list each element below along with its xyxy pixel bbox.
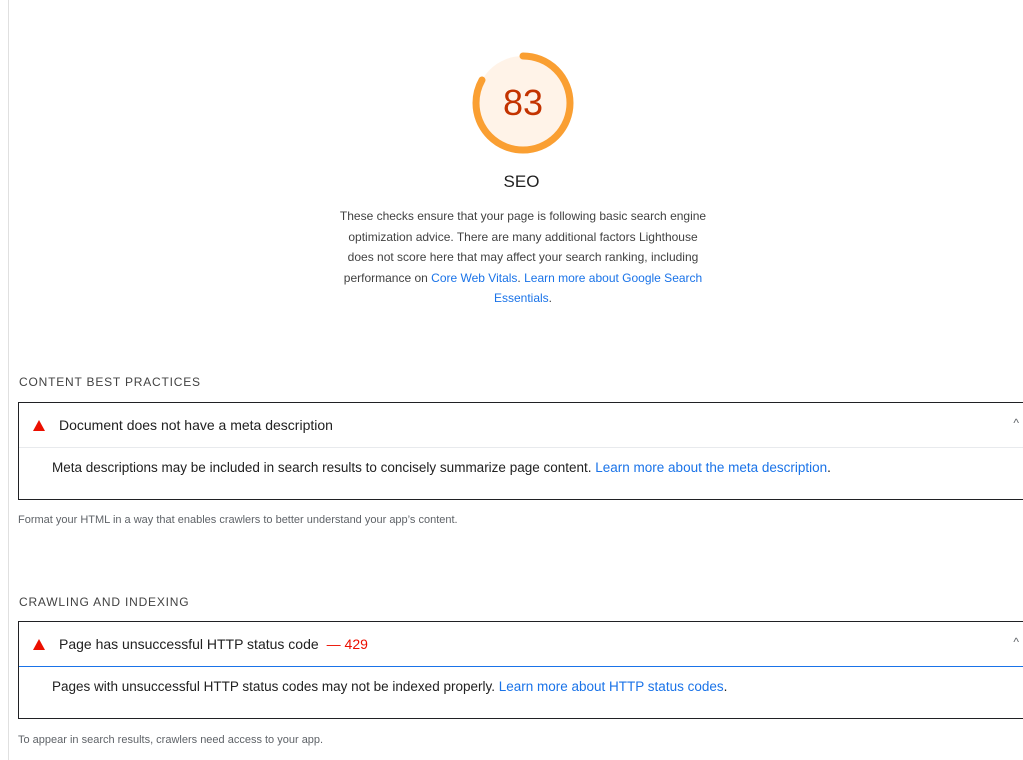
audit-description-text: Pages with unsuccessful HTTP status code… <box>52 679 499 694</box>
chevron-up-icon[interactable]: ^ <box>1013 416 1019 430</box>
left-divider <box>8 0 9 760</box>
audit-description-trailing: . <box>827 460 831 475</box>
audit-title: Page has unsuccessful HTTP status code <box>59 636 319 652</box>
description-trailing: . <box>548 291 553 305</box>
description-line: performance on Core Web Vitals. Learn mo… <box>307 268 739 289</box>
audit-header[interactable]: Document does not have a meta descriptio… <box>19 403 1023 448</box>
score-value: 83 <box>502 82 544 123</box>
group-description: Format your HTML in a way that enables c… <box>18 514 458 526</box>
description-line: optimization advice. There are many addi… <box>348 229 698 244</box>
google-search-essentials-link[interactable]: Learn more about Google Search <box>524 271 702 285</box>
audit-header[interactable]: Page has unsuccessful HTTP status code —… <box>19 622 1023 667</box>
core-web-vitals-link[interactable]: Core Web Vitals <box>431 271 517 285</box>
description-text: performance on <box>343 270 432 285</box>
learn-more-meta-description-link[interactable]: Learn more about the meta description <box>595 460 827 475</box>
group-title-crawling-and-indexing: CRAWLING AND INDEXING <box>19 595 190 609</box>
group-title-content-best-practices: CONTENT BEST PRACTICES <box>19 375 201 389</box>
audit-title: Document does not have a meta descriptio… <box>59 417 333 433</box>
description-line: does not score here that may affect your… <box>347 250 699 264</box>
chevron-up-icon[interactable]: ^ <box>1013 635 1019 649</box>
fail-triangle-icon <box>33 419 45 431</box>
google-search-essentials-link-cont[interactable]: Essentials <box>494 291 549 305</box>
audit-description: Meta descriptions may be included in sea… <box>19 448 1023 482</box>
audit-display-value: — 429 <box>326 636 368 652</box>
learn-more-http-status-codes-link[interactable]: Learn more about HTTP status codes <box>499 679 724 694</box>
audit-description-text: Meta descriptions may be included in sea… <box>52 460 596 475</box>
seo-score-gauge[interactable]: 83 <box>470 50 576 156</box>
group-description: To appear in search results, crawlers ne… <box>18 734 324 746</box>
fail-triangle-icon <box>33 638 45 650</box>
audit-http-status-code: Page has unsuccessful HTTP status code —… <box>18 621 1023 719</box>
audit-description: Pages with unsuccessful HTTP status code… <box>19 667 1023 701</box>
description-line: These checks ensure that your page is fo… <box>339 209 707 223</box>
audit-meta-description: Document does not have a meta descriptio… <box>18 402 1023 500</box>
description-line: Essentials. <box>307 288 739 309</box>
audit-description-trailing: . <box>723 679 728 694</box>
category-description: These checks ensure that your page is fo… <box>307 206 739 309</box>
category-title: SEO <box>503 172 540 191</box>
